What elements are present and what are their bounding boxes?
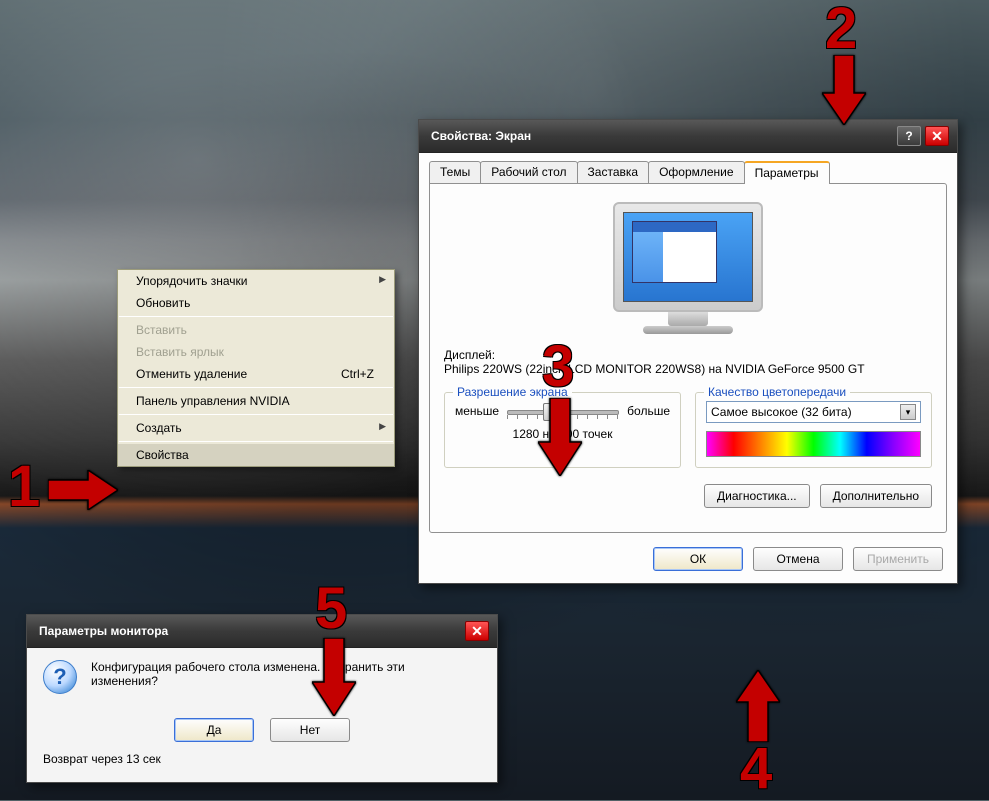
ctx-nvidia-panel[interactable]: Панель управления NVIDIA (118, 390, 394, 412)
ctx-properties[interactable]: Свойства (118, 444, 394, 466)
display-properties-dialog: Свойства: Экран ? ✕ Темы Рабочий стол За… (418, 119, 958, 584)
ctx-arrange-icons[interactable]: Упорядочить значки (118, 270, 394, 292)
close-button[interactable]: ✕ (465, 621, 489, 641)
no-button[interactable]: Нет (270, 718, 350, 742)
confirm-message: Конфигурация рабочего стола изменена. Со… (91, 660, 421, 688)
yes-button[interactable]: Да (174, 718, 254, 742)
resolution-slider[interactable] (507, 401, 619, 421)
color-quality-groupbox: Качество цветопередачи Самое высокое (32… (695, 392, 932, 468)
annotation-arrow-2 (822, 55, 866, 125)
slider-more-label: больше (627, 404, 670, 418)
color-preview-bar (706, 431, 921, 457)
slider-thumb[interactable] (543, 403, 554, 421)
color-legend: Качество цветопередачи (704, 385, 850, 399)
ctx-shortcut: Ctrl+Z (341, 367, 374, 381)
advanced-button[interactable]: Дополнительно (820, 484, 932, 508)
annotation-2: 2 (825, 0, 857, 58)
tab-settings[interactable]: Параметры (744, 161, 830, 184)
titlebar[interactable]: Свойства: Экран ? ✕ (419, 120, 957, 153)
window-title: Свойства: Экран (431, 129, 531, 143)
chevron-down-icon: ▾ (900, 404, 916, 420)
tab-body-settings: Дисплей: Philips 220WS (22inch LCD MONIT… (429, 183, 947, 533)
help-button[interactable]: ? (897, 126, 921, 146)
close-icon: ✕ (931, 128, 943, 145)
annotation-arrow-4 (736, 670, 780, 742)
slider-less-label: меньше (455, 404, 499, 418)
ctx-undo-delete[interactable]: Отменить удаление Ctrl+Z (118, 363, 394, 385)
tab-themes[interactable]: Темы (429, 161, 481, 183)
ctx-separator (119, 387, 393, 388)
resolution-value: 1280 на 800 точек (455, 427, 670, 441)
close-button[interactable]: ✕ (925, 126, 949, 146)
display-name: Philips 220WS (22inch LCD MONITOR 220WS8… (444, 362, 932, 376)
resolution-legend: Разрешение экрана (453, 385, 572, 399)
monitor-settings-confirm-dialog: Параметры монитора ✕ ? Конфигурация рабо… (26, 614, 498, 783)
annotation-1: 1 (8, 458, 40, 516)
ctx-paste: Вставить (118, 319, 394, 341)
desktop-context-menu: Упорядочить значки Обновить Вставить Вст… (117, 269, 395, 467)
close-icon: ✕ (471, 623, 483, 640)
resolution-groupbox: Разрешение экрана меньше больше 1280 на … (444, 392, 681, 468)
monitor-preview (613, 202, 763, 334)
ctx-refresh[interactable]: Обновить (118, 292, 394, 314)
troubleshoot-button[interactable]: Диагностика... (704, 484, 810, 508)
cancel-button[interactable]: Отмена (753, 547, 843, 571)
window-title: Параметры монитора (39, 624, 168, 638)
tab-screensaver[interactable]: Заставка (577, 161, 650, 183)
tab-appearance[interactable]: Оформление (648, 161, 744, 183)
tab-desktop[interactable]: Рабочий стол (480, 161, 577, 183)
color-quality-combo[interactable]: Самое высокое (32 бита) ▾ (706, 401, 921, 423)
annotation-arrow-1 (48, 470, 118, 510)
ctx-separator (119, 441, 393, 442)
apply-button[interactable]: Применить (853, 547, 943, 571)
annotation-4: 4 (740, 740, 772, 798)
revert-countdown: Возврат через 13 сек (43, 752, 481, 766)
ctx-separator (119, 414, 393, 415)
ctx-separator (119, 316, 393, 317)
tab-strip: Темы Рабочий стол Заставка Оформление Па… (419, 153, 957, 183)
ctx-paste-shortcut: Вставить ярлык (118, 341, 394, 363)
ok-button[interactable]: ОК (653, 547, 743, 571)
dialog-button-row: ОК Отмена Применить (419, 541, 957, 583)
display-label: Дисплей: (444, 348, 932, 362)
ctx-new[interactable]: Создать (118, 417, 394, 439)
titlebar[interactable]: Параметры монитора ✕ (27, 615, 497, 648)
question-icon: ? (43, 660, 77, 694)
color-quality-value: Самое высокое (32 бита) (711, 405, 852, 419)
